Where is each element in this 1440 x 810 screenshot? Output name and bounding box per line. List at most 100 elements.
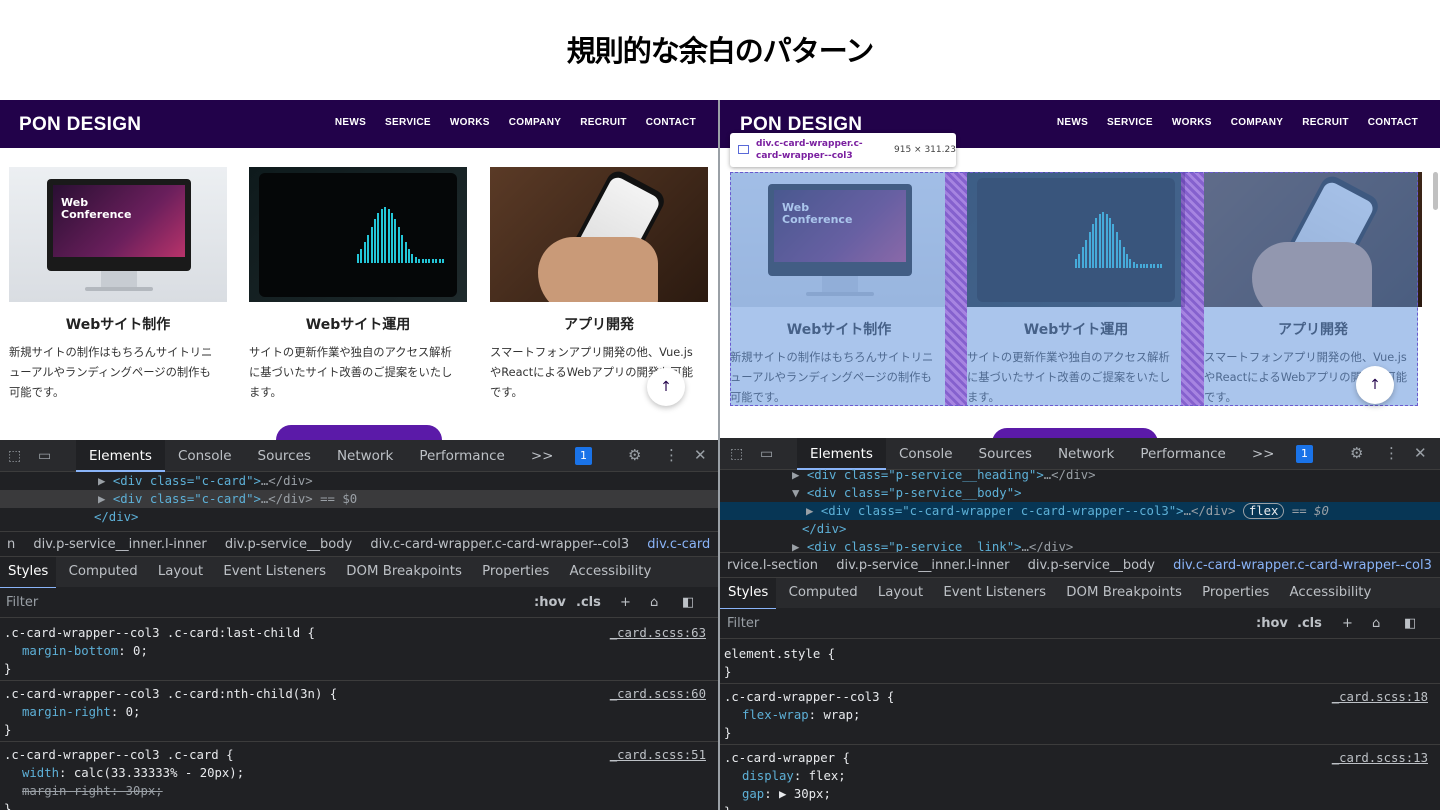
subtab-computed[interactable]: Computed — [781, 578, 866, 608]
subtab-dom-breakpoints[interactable]: DOM Breakpoints — [1058, 578, 1190, 608]
crumb-selected[interactable]: div.c-card-wrapper.c-card-wrapper--col3 — [1166, 553, 1439, 577]
crumb[interactable]: n — [0, 532, 22, 556]
kebab-menu-icon[interactable]: ⋮ — [1384, 444, 1399, 462]
nav-recruit[interactable]: RECRUIT — [1302, 117, 1349, 128]
subtab-event-listeners[interactable]: Event Listeners — [215, 557, 334, 587]
close-icon[interactable]: ✕ — [694, 446, 707, 464]
css-declaration[interactable]: margin-right: 0; — [4, 703, 718, 721]
crumb-selected[interactable]: div.c-card — [640, 532, 717, 556]
dom-node-selected[interactable]: ▶ <div class="c-card">…</div> == $0 — [0, 490, 718, 508]
nav-works[interactable]: WORKS — [450, 117, 490, 128]
page-scrollbar[interactable] — [1433, 172, 1438, 210]
decorative-bar — [394, 219, 397, 263]
kebab-menu-icon[interactable]: ⋮ — [664, 446, 679, 464]
issues-badge[interactable]: 1 — [1296, 445, 1313, 463]
subtab-properties[interactable]: Properties — [474, 557, 557, 587]
subtab-dom-breakpoints[interactable]: DOM Breakpoints — [338, 557, 470, 587]
sidebar-toggle-icon[interactable]: ◧ — [1404, 609, 1416, 639]
gear-icon[interactable]: ⚙ — [628, 446, 641, 464]
rule-source-link[interactable]: _card.scss:63 — [610, 624, 706, 642]
rule-source-link[interactable]: _card.scss:18 — [1332, 688, 1428, 706]
decorative-bar — [370, 227, 373, 263]
css-declaration[interactable]: margin-bottom: 0; — [4, 642, 718, 660]
subtab-styles[interactable]: Styles — [720, 578, 777, 610]
subtab-layout[interactable]: Layout — [150, 557, 211, 587]
subtab-computed[interactable]: Computed — [61, 557, 146, 587]
paint-icon[interactable]: ⌂ — [1372, 609, 1380, 639]
decorative-bar — [397, 227, 400, 263]
css-declaration[interactable]: flex-wrap: wrap; — [724, 706, 1440, 724]
nav-company[interactable]: COMPANY — [1231, 117, 1283, 128]
dom-node[interactable]: ▶ <div class="c-card">…</div> — [0, 472, 718, 490]
site-header: PON DESIGN NEWS SERVICE WORKS COMPANY RE… — [0, 100, 718, 148]
nav-contact[interactable]: CONTACT — [646, 117, 696, 128]
gear-icon[interactable]: ⚙ — [1350, 444, 1363, 462]
hov-toggle[interactable]: :hov — [1256, 609, 1288, 639]
nav-service[interactable]: SERVICE — [1107, 117, 1153, 128]
css-rule: .c-card-wrapper--col3 {_card.scss:18 flex… — [720, 684, 1440, 745]
rule-source-link[interactable]: _card.scss:60 — [610, 685, 706, 703]
subtab-properties[interactable]: Properties — [1194, 578, 1277, 608]
decorative-bar — [377, 212, 380, 263]
crumb[interactable]: div.p-service__inner.l-inner — [26, 532, 213, 556]
css-declaration[interactable]: width: calc(33.33333% - 20px); — [4, 764, 718, 782]
issues-badge[interactable]: 1 — [575, 447, 592, 465]
flex-badge[interactable]: flex — [1242, 503, 1285, 519]
card-title: アプリ開発 — [564, 317, 634, 333]
crumb[interactable]: div.p-service__body — [1021, 553, 1162, 577]
nav-contact[interactable]: CONTACT — [1368, 117, 1418, 128]
device-toolbar-icon[interactable]: ▭ — [38, 448, 51, 464]
tab-performance[interactable]: Performance — [406, 440, 518, 472]
tab-elements[interactable]: Elements — [76, 440, 165, 472]
css-declaration[interactable]: margin-right: 30px; — [4, 782, 718, 800]
subtab-styles[interactable]: Styles — [0, 557, 57, 589]
nav-company[interactable]: COMPANY — [509, 117, 561, 128]
cls-toggle[interactable]: .cls — [1297, 609, 1322, 639]
sidebar-toggle-icon[interactable]: ◧ — [682, 588, 694, 618]
scroll-top-button[interactable]: ↑ — [1356, 366, 1394, 404]
close-icon[interactable]: ✕ — [1414, 444, 1427, 462]
new-rule-icon[interactable]: + — [620, 588, 631, 618]
nav-recruit[interactable]: RECRUIT — [580, 117, 627, 128]
tab-network[interactable]: Network — [324, 440, 406, 472]
tab-console[interactable]: Console — [165, 440, 245, 472]
tab-sources[interactable]: Sources — [245, 440, 324, 472]
new-rule-icon[interactable]: + — [1342, 609, 1353, 639]
rule-source-link[interactable]: _card.scss:51 — [610, 746, 706, 764]
cls-toggle[interactable]: .cls — [576, 588, 601, 618]
inspect-icon[interactable]: ⬚ — [730, 446, 743, 462]
dom-node[interactable]: </div> — [720, 520, 1440, 538]
inspect-icon[interactable]: ⬚ — [8, 448, 21, 464]
subtab-accessibility[interactable]: Accessibility — [562, 557, 660, 587]
subtab-layout[interactable]: Layout — [870, 578, 931, 608]
filter-input[interactable]: Filter — [6, 588, 38, 618]
dom-node-selected[interactable]: ▶ <div class="c-card-wrapper c-card-wrap… — [720, 502, 1440, 520]
scroll-top-button[interactable]: ↑ — [647, 368, 685, 406]
dom-node[interactable]: ▶ <div class="p-service__heading">…</div… — [720, 466, 1440, 484]
more-tabs-button[interactable]: >> — [518, 440, 567, 472]
more-button[interactable] — [276, 425, 442, 440]
rule-source-link[interactable]: _card.scss:13 — [1332, 749, 1428, 767]
filter-input[interactable]: Filter — [727, 609, 759, 639]
css-declaration[interactable]: display: flex; — [724, 767, 1440, 785]
crumb[interactable]: div.p-service__body — [218, 532, 359, 556]
nav-service[interactable]: SERVICE — [385, 117, 431, 128]
css-declaration[interactable]: gap: ▶ 30px; — [724, 785, 1440, 803]
paint-icon[interactable]: ⌂ — [650, 588, 658, 618]
device-toolbar-icon[interactable]: ▭ — [760, 446, 773, 462]
decorative-bar — [357, 253, 359, 263]
dom-node[interactable]: </div> — [0, 508, 718, 526]
site-logo[interactable]: PON DESIGN — [19, 114, 141, 136]
dom-tree: ▶ <div class="c-card">…</div> ▶ <div cla… — [0, 472, 718, 530]
decorative-bar — [391, 212, 393, 263]
nav-news[interactable]: NEWS — [1057, 117, 1088, 128]
dom-node[interactable]: ▼ <div class="p-service__body"> — [720, 484, 1440, 502]
nav-works[interactable]: WORKS — [1172, 117, 1212, 128]
hov-toggle[interactable]: :hov — [534, 588, 566, 618]
subtab-accessibility[interactable]: Accessibility — [1282, 578, 1380, 608]
subtab-event-listeners[interactable]: Event Listeners — [935, 578, 1054, 608]
crumb[interactable]: div.p-service__inner.l-inner — [829, 553, 1016, 577]
nav-news[interactable]: NEWS — [335, 117, 366, 128]
crumb[interactable]: rvice.l-section — [720, 553, 825, 577]
crumb[interactable]: div.c-card-wrapper.c-card-wrapper--col3 — [363, 532, 636, 556]
